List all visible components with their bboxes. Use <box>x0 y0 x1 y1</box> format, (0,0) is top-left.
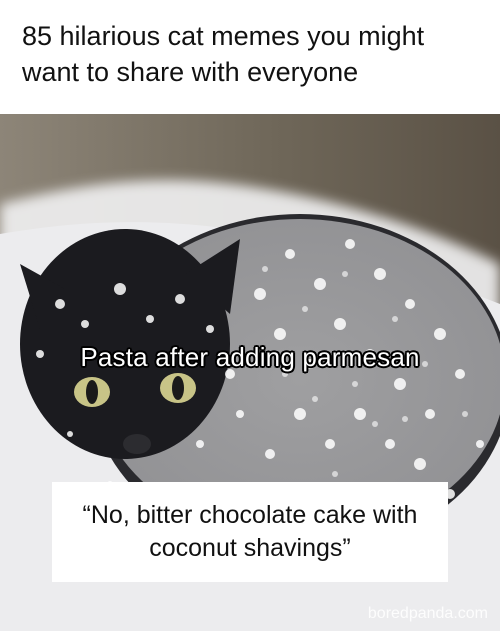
page-title: 85 hilarious cat memes you might want to… <box>22 21 425 87</box>
meme-image: Pasta after adding parmesan “No, bitter … <box>0 114 500 631</box>
meme-caption: Pasta after adding parmesan <box>80 342 420 372</box>
watermark: boredpanda.com <box>367 605 488 622</box>
quote-box: “No, bitter chocolate cake with coconut … <box>52 482 448 582</box>
quote-text: “No, bitter chocolate cake with coconut … <box>82 501 418 562</box>
header: 85 hilarious cat memes you might want to… <box>0 0 500 114</box>
meme-page: 85 hilarious cat memes you might want to… <box>0 0 500 631</box>
